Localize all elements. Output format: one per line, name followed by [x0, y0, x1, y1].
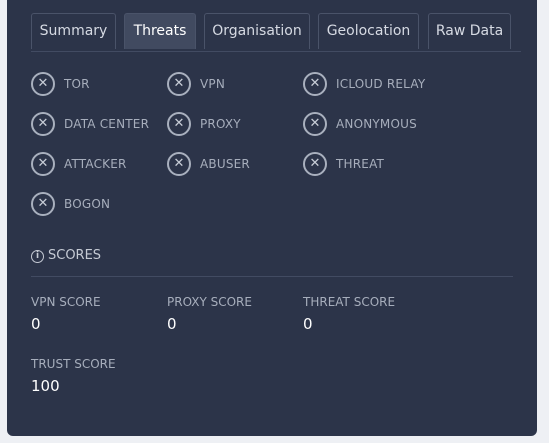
- tab-threats[interactable]: Threats: [124, 13, 196, 49]
- x-circle-icon: ✕: [31, 152, 55, 176]
- score-value: 100: [31, 377, 60, 395]
- flag-label: ATTACKER: [64, 157, 127, 171]
- threats-panel: Summary Threats Organisation Geolocation…: [7, 0, 537, 436]
- x-circle-icon: ✕: [167, 72, 191, 96]
- flag-proxy: ✕ PROXY: [167, 112, 241, 136]
- tab-geolocation[interactable]: Geolocation: [318, 13, 419, 49]
- flag-label: VPN: [200, 77, 226, 91]
- x-circle-icon: ✕: [31, 112, 55, 136]
- x-circle-icon: ✕: [167, 112, 191, 136]
- flag-data-center: ✕ DATA CENTER: [31, 112, 149, 136]
- score-label: THREAT SCORE: [303, 295, 396, 309]
- tab-organisation[interactable]: Organisation: [204, 13, 310, 49]
- score-value: 0: [167, 315, 177, 333]
- flag-attacker: ✕ ATTACKER: [31, 152, 127, 176]
- flag-label: ANONYMOUS: [336, 117, 417, 131]
- scores-title: SCORES: [48, 248, 102, 263]
- flag-anonymous: ✕ ANONYMOUS: [303, 112, 417, 136]
- tab-bar: Summary Threats Organisation Geolocation…: [31, 13, 521, 52]
- flag-label: ABUSER: [200, 157, 250, 171]
- x-circle-icon: ✕: [31, 72, 55, 96]
- x-circle-icon: ✕: [303, 72, 327, 96]
- x-circle-icon: ✕: [31, 192, 55, 216]
- x-circle-icon: ✕: [303, 112, 327, 136]
- tab-raw-data[interactable]: Raw Data: [428, 13, 511, 49]
- x-circle-icon: ✕: [303, 152, 327, 176]
- trust-score: TRUST SCORE 100: [31, 357, 116, 395]
- vpn-score: VPN SCORE 0: [31, 295, 101, 333]
- flag-label: DATA CENTER: [64, 117, 150, 131]
- flag-label: THREAT: [336, 157, 385, 171]
- tab-summary[interactable]: Summary: [31, 13, 116, 49]
- flag-vpn: ✕ VPN: [167, 72, 225, 96]
- flag-bogon: ✕ BOGON: [31, 192, 110, 216]
- flag-abuser: ✕ ABUSER: [167, 152, 250, 176]
- flag-label: BOGON: [64, 197, 111, 211]
- score-value: 0: [303, 315, 313, 333]
- scores-header: i SCORES: [31, 248, 513, 277]
- score-value: 0: [31, 315, 41, 333]
- flag-threat: ✕ THREAT: [303, 152, 384, 176]
- flag-icloud-relay: ✕ ICLOUD RELAY: [303, 72, 425, 96]
- flag-tor: ✕ TOR: [31, 72, 90, 96]
- flag-label: TOR: [64, 77, 90, 91]
- flag-label: ICLOUD RELAY: [336, 77, 426, 91]
- threat-score: THREAT SCORE 0: [303, 295, 395, 333]
- score-label: TRUST SCORE: [31, 357, 116, 371]
- score-label: VPN SCORE: [31, 295, 101, 309]
- flag-label: PROXY: [200, 117, 241, 131]
- proxy-score: PROXY SCORE 0: [167, 295, 252, 333]
- x-circle-icon: ✕: [167, 152, 191, 176]
- info-icon: i: [31, 250, 44, 263]
- score-label: PROXY SCORE: [167, 295, 252, 309]
